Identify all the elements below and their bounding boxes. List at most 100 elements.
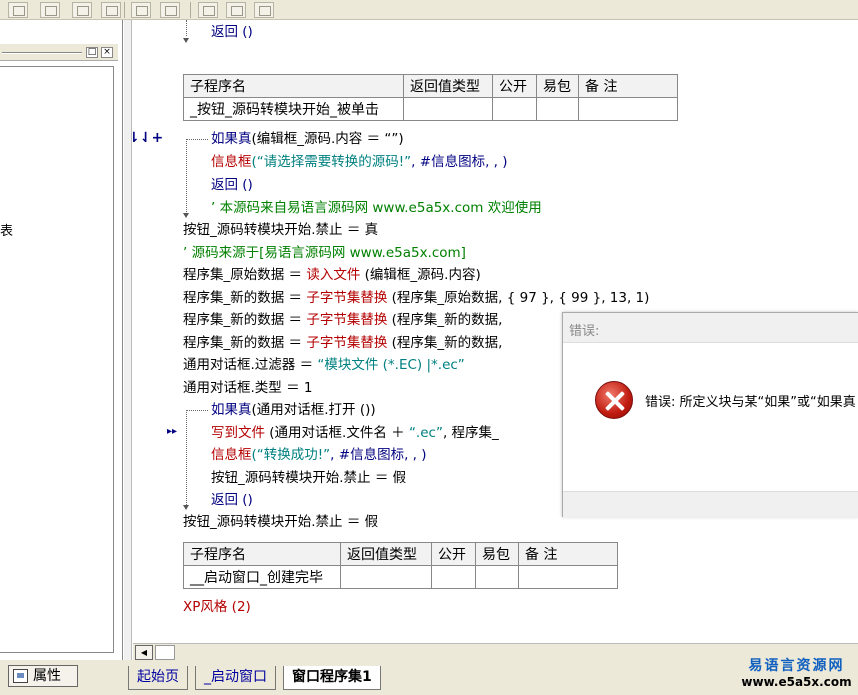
comment-line[interactable]: ’ 源码来源于[易语言源码网 www.e5a5x.com]	[183, 244, 466, 262]
code-line[interactable]: 程序集_新的数据 ＝ 子字节集替换 (程序集_原始数据, { 97 }, { 9…	[183, 289, 649, 307]
horizontal-spacing-icon[interactable]	[131, 2, 151, 18]
scroll-thumb[interactable]	[155, 645, 175, 660]
code-text: (编辑框_源码.内容)	[360, 267, 481, 283]
header-epackage: 易包	[475, 542, 519, 566]
code-text: , #信息图标, , )	[411, 154, 508, 170]
tab-start-page[interactable]: 起始页	[128, 666, 188, 690]
code-line[interactable]: 如果真(编辑框_源码.内容 ＝ “”)	[211, 130, 404, 148]
header-notes: 备 注	[578, 74, 678, 98]
keyword: 如果真	[211, 402, 252, 418]
code-text: 程序集_原始数据 ＝	[183, 267, 307, 283]
align-middle-icon[interactable]	[101, 2, 121, 18]
same-size-icon[interactable]	[254, 2, 274, 18]
toolbar-separator	[124, 2, 125, 18]
same-height-icon[interactable]	[226, 2, 246, 18]
subroutine-table: 子程序名 返回值类型 公开 易包 备 注 __启动窗口_创建完毕	[183, 542, 618, 589]
code-text: (程序集_新的数据,	[387, 312, 503, 328]
notes-cell[interactable]	[518, 565, 618, 589]
epackage-cell[interactable]	[475, 565, 519, 589]
return-type-cell[interactable]	[403, 97, 493, 121]
subroutine-name-cell[interactable]: _按钮_源码转模块开始_被单击	[183, 97, 404, 121]
flow-line	[186, 410, 208, 411]
string-literal: (“转换成功!”	[251, 447, 331, 463]
public-cell[interactable]	[431, 565, 476, 589]
code-text: (程序集_新的数据,	[387, 335, 503, 351]
string-literal: “.ec”	[408, 425, 443, 441]
code-line[interactable]: 如果真(通用对话框.打开 ())	[211, 401, 376, 419]
code-text: , 程序集_	[442, 425, 499, 441]
notes-cell[interactable]	[578, 97, 678, 121]
code-line[interactable]: 写到文件 (通用对话框.文件名 ＋ “.ec”, 程序集_	[211, 424, 499, 442]
code-text: 程序集_新的数据 ＝	[183, 312, 307, 328]
align-left-icon[interactable]	[8, 2, 28, 18]
watermark: 易语言资源网 www.e5a5x.com	[735, 655, 858, 695]
properties-tab[interactable]: 属性	[8, 665, 78, 687]
code-line[interactable]: 通用对话框.类型 ＝ 1	[183, 379, 312, 397]
epackage-cell[interactable]	[536, 97, 579, 121]
error-message: 错误: 所定义块与某“如果”或“如果真	[645, 395, 856, 410]
code-line[interactable]: 程序集_原始数据 ＝ 读入文件 (编辑框_源码.内容)	[183, 266, 481, 284]
bookmark-marker: ⇂⇃+	[133, 130, 164, 146]
dialog-footer	[563, 491, 858, 518]
function-name: 信息框	[211, 154, 252, 170]
header-notes: 备 注	[518, 542, 618, 566]
flow-line	[186, 20, 187, 36]
code-line[interactable]: 按钮_源码转模块开始.禁止 ＝ 真	[183, 221, 378, 239]
comment-line[interactable]: ’ 本源码来自易语言源码网 www.e5a5x.com 欢迎使用	[211, 199, 542, 217]
code-line[interactable]: 信息框(“转换成功!”, #信息图标, , )	[211, 446, 427, 464]
header-name: 子程序名	[183, 542, 341, 566]
panel-body: 表	[0, 66, 114, 653]
code-line[interactable]: 信息框(“请选择需要转换的源码!”, #信息图标, , )	[211, 153, 508, 171]
code-line[interactable]: 返回 ()	[211, 176, 253, 194]
header-public: 公开	[431, 542, 476, 566]
panel-grip[interactable]	[2, 52, 82, 54]
function-name: 子字节集替换	[306, 290, 388, 306]
tab-window-assembly[interactable]: 窗口程序集1	[283, 666, 381, 690]
code-line[interactable]: 程序集_新的数据 ＝ 子字节集替换 (程序集_新的数据,	[183, 311, 502, 329]
code-line[interactable]: 按钮_源码转模块开始.禁止 ＝ 假	[211, 469, 406, 487]
flow-line	[186, 139, 208, 140]
toolbar-separator	[190, 2, 191, 18]
watermark-url: www.e5a5x.com	[741, 675, 852, 689]
header-public: 公开	[492, 74, 537, 98]
tab-startup-window[interactable]: _启动窗口	[195, 666, 276, 690]
code-line[interactable]: XP风格 (2)	[183, 598, 251, 616]
properties-icon	[13, 669, 28, 683]
scroll-left-icon[interactable]: ◀	[135, 645, 153, 660]
close-icon[interactable]: ×	[101, 47, 113, 58]
dialog-body: 错误: 所定义块与某“如果”或“如果真	[563, 343, 858, 491]
header-epackage: 易包	[536, 74, 579, 98]
code-line[interactable]: 程序集_新的数据 ＝ 子字节集替换 (程序集_新的数据,	[183, 334, 502, 352]
editor-gutter	[124, 20, 132, 660]
function-name: 子字节集替换	[306, 312, 388, 328]
vertical-spacing-icon[interactable]	[160, 2, 180, 18]
function-name: 信息框	[211, 447, 252, 463]
watermark-title: 易语言资源网	[748, 658, 845, 674]
keyword: 如果真	[211, 131, 252, 147]
error-icon	[595, 381, 633, 419]
code-text: 通用对话框.过滤器 ＝	[183, 357, 318, 373]
align-center-icon[interactable]	[40, 2, 60, 18]
left-panel: □ × 表	[0, 20, 123, 660]
header-return-type: 返回值类型	[403, 74, 493, 98]
string-literal: (“请选择需要转换的源码!”	[251, 154, 412, 170]
public-cell[interactable]	[492, 97, 537, 121]
restore-icon[interactable]: □	[86, 47, 98, 58]
code-line[interactable]: 返回 ()	[211, 23, 253, 41]
header-return-type: 返回值类型	[340, 542, 432, 566]
dialog-title[interactable]: 错误:	[563, 313, 858, 343]
code-text: (通用对话框.文件名 ＋	[265, 425, 409, 441]
subroutine-name-cell[interactable]: __启动窗口_创建完毕	[183, 565, 341, 589]
code-line[interactable]: 返回 ()	[211, 491, 253, 509]
code-text: (编辑框_源码.内容 ＝ “”)	[251, 131, 404, 147]
properties-label: 属性	[33, 668, 61, 684]
code-line[interactable]: 通用对话框.过滤器 ＝ “模块文件 (*.EC) |*.ec”	[183, 356, 465, 374]
panel-header: □ ×	[0, 44, 118, 61]
return-type-cell[interactable]	[340, 565, 432, 589]
error-dialog: 错误: 错误: 所定义块与某“如果”或“如果真	[562, 312, 858, 518]
same-width-icon[interactable]	[198, 2, 218, 18]
code-line[interactable]: 按钮_源码转模块开始.禁止 ＝ 假	[183, 513, 378, 531]
function-name: 子字节集替换	[306, 335, 388, 351]
code-text: , #信息图标, , )	[330, 447, 427, 463]
align-top-icon[interactable]	[72, 2, 92, 18]
